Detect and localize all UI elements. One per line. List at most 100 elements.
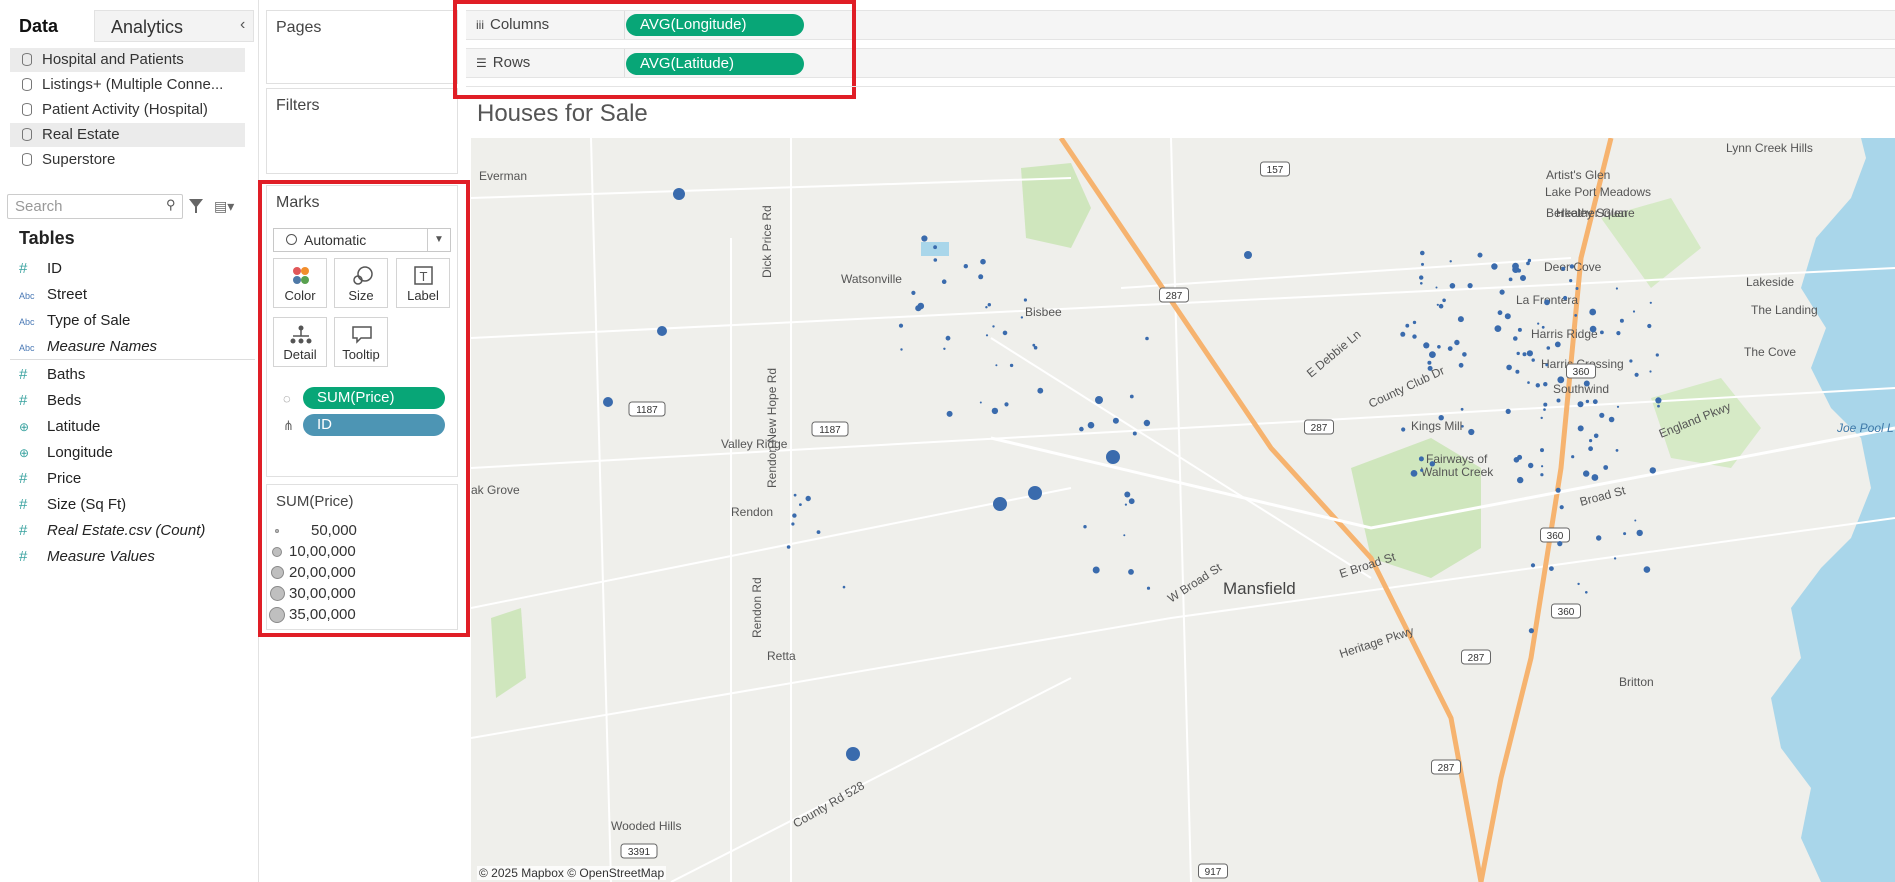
house-mark[interactable] <box>1603 465 1609 470</box>
house-mark[interactable] <box>1589 325 1597 333</box>
house-mark[interactable] <box>1515 369 1520 374</box>
house-mark[interactable] <box>1585 591 1588 594</box>
house-mark[interactable] <box>1543 408 1546 411</box>
house-mark[interactable] <box>1616 331 1621 336</box>
house-mark[interactable] <box>1124 503 1127 506</box>
house-mark[interactable] <box>1554 341 1561 348</box>
house-mark[interactable] <box>963 264 968 269</box>
house-mark[interactable] <box>1079 426 1084 432</box>
map-attribution[interactable]: © 2025 Mapbox © OpenStreetMap <box>477 866 667 880</box>
datasource-item[interactable]: Hospital and Patients <box>10 48 245 72</box>
house-mark[interactable] <box>1649 467 1657 474</box>
house-mark[interactable] <box>1589 308 1597 316</box>
house-mark[interactable] <box>1615 449 1619 452</box>
house-mark[interactable] <box>1629 359 1633 363</box>
house-mark[interactable] <box>1244 251 1252 259</box>
house-mark[interactable] <box>1541 465 1544 468</box>
house-mark[interactable] <box>1649 370 1652 373</box>
house-mark[interactable] <box>1477 252 1483 258</box>
house-mark[interactable] <box>1517 327 1522 332</box>
datasource-item[interactable]: Patient Activity (Hospital) <box>10 98 245 122</box>
house-mark[interactable] <box>1438 415 1444 421</box>
house-mark[interactable] <box>1020 316 1024 319</box>
house-mark[interactable] <box>603 397 613 407</box>
house-mark[interactable] <box>1447 346 1453 351</box>
house-mark[interactable] <box>1095 396 1103 404</box>
house-mark[interactable] <box>1591 474 1599 481</box>
house-mark[interactable] <box>1556 398 1561 403</box>
house-mark[interactable] <box>933 258 938 262</box>
house-mark[interactable] <box>1418 456 1424 462</box>
house-mark[interactable] <box>1522 352 1527 357</box>
pages-shelf[interactable]: Pages <box>266 10 458 84</box>
house-mark[interactable] <box>1462 352 1467 357</box>
house-mark[interactable] <box>1128 498 1135 505</box>
house-mark[interactable] <box>1002 330 1008 336</box>
house-mark[interactable] <box>1527 381 1530 384</box>
house-mark[interactable] <box>1585 399 1590 404</box>
house-mark[interactable] <box>1420 468 1424 472</box>
house-mark[interactable] <box>657 326 667 336</box>
house-mark[interactable] <box>1087 421 1095 429</box>
house-mark[interactable] <box>1561 266 1566 271</box>
house-mark[interactable] <box>1599 412 1605 418</box>
house-mark[interactable] <box>1647 323 1652 329</box>
field-item[interactable]: # ID <box>19 256 62 282</box>
house-mark[interactable] <box>1419 275 1424 280</box>
house-mark[interactable] <box>793 493 797 497</box>
house-mark[interactable] <box>1571 455 1575 459</box>
house-mark[interactable] <box>1619 318 1624 323</box>
house-mark[interactable] <box>921 235 928 242</box>
house-mark[interactable] <box>1146 586 1151 590</box>
house-mark[interactable] <box>1520 275 1526 281</box>
field-item[interactable]: ⊕ Longitude <box>19 440 113 466</box>
search-input[interactable]: Search <box>7 194 183 219</box>
house-mark[interactable] <box>1608 416 1615 423</box>
house-mark[interactable] <box>1559 505 1564 510</box>
map-canvas[interactable]: EvermanWatsonvilleBisbeeValley RidgeRend… <box>471 138 1895 882</box>
house-mark[interactable] <box>1526 261 1530 266</box>
filters-shelf[interactable]: Filters <box>266 88 458 174</box>
house-mark[interactable] <box>1143 419 1151 427</box>
house-mark[interactable] <box>1449 260 1452 263</box>
house-mark[interactable] <box>1643 566 1651 573</box>
house-mark[interactable] <box>1037 387 1044 394</box>
house-mark[interactable] <box>985 306 988 309</box>
map-view[interactable]: Everman Watsonville Bisbee Valley Ridge Rend… <box>471 138 1895 882</box>
field-item[interactable]: # Baths <box>19 362 85 388</box>
house-mark[interactable] <box>1132 431 1137 436</box>
house-mark[interactable] <box>987 303 991 307</box>
house-mark[interactable] <box>791 522 795 526</box>
house-mark[interactable] <box>1526 350 1533 357</box>
house-mark[interactable] <box>1028 486 1042 500</box>
house-mark[interactable] <box>1438 303 1444 309</box>
house-mark[interactable] <box>1410 470 1418 477</box>
house-mark[interactable] <box>1468 428 1475 436</box>
house-mark[interactable] <box>1513 336 1518 341</box>
house-mark[interactable] <box>1634 372 1639 377</box>
house-mark[interactable] <box>1577 401 1584 408</box>
house-mark[interactable] <box>1467 283 1473 289</box>
house-mark[interactable] <box>1623 532 1627 536</box>
house-mark[interactable] <box>1449 283 1456 289</box>
house-mark[interactable] <box>1494 325 1502 332</box>
house-mark[interactable] <box>993 497 1007 511</box>
house-mark[interactable] <box>1454 339 1460 346</box>
house-mark[interactable] <box>1083 525 1087 529</box>
house-mark[interactable] <box>1577 582 1580 586</box>
datasource-item[interactable]: Real Estate <box>10 123 245 147</box>
house-mark[interactable] <box>898 323 904 328</box>
house-mark[interactable] <box>1513 457 1520 463</box>
datasource-item[interactable]: Listings+ (Multiple Conne... <box>10 73 245 97</box>
house-mark[interactable] <box>1636 529 1643 537</box>
house-mark[interactable] <box>1657 404 1660 408</box>
house-mark[interactable] <box>1435 286 1438 289</box>
house-mark[interactable] <box>1504 313 1511 320</box>
tab-data[interactable]: Data <box>8 10 105 44</box>
house-mark[interactable] <box>1569 279 1573 283</box>
house-mark[interactable] <box>1505 408 1511 414</box>
field-item[interactable]: Abc Measure Names <box>19 334 157 360</box>
field-item[interactable]: # Beds <box>19 388 81 414</box>
house-mark[interactable] <box>900 348 903 351</box>
house-mark[interactable] <box>1655 397 1662 404</box>
